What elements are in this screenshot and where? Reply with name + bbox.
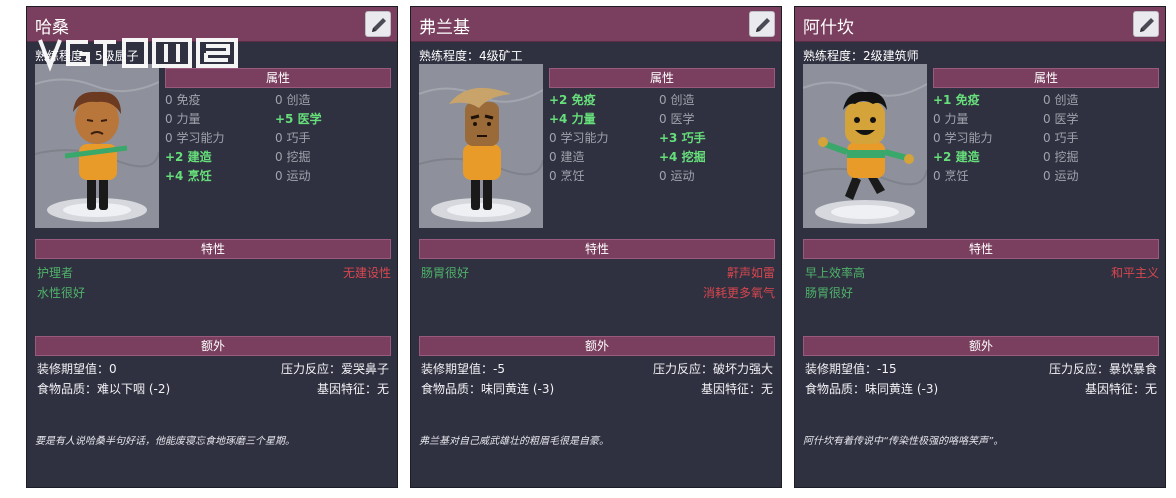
traits-header: 特性	[419, 239, 775, 259]
flavor-text: 阿什坎有着传说中“传染性极强的咯咯笑声”。	[803, 436, 1004, 447]
pencil-icon	[372, 18, 386, 32]
gene-trait: 基因特征：无	[316, 382, 389, 396]
attributes-list: +1 免疫 0 创造 0 力量 0 医学 0 学习能力 0 巧手 +2 建造 0 挖掘 …	[933, 91, 1159, 186]
attributes-header: 属性	[549, 68, 775, 88]
stress-reaction: 压力反应：爱哭鼻子	[280, 362, 389, 376]
duplicant-portrait	[35, 64, 159, 228]
card-titlebar: 阿什坎	[795, 7, 1165, 42]
attribute-strength: 0 力量	[933, 112, 969, 126]
attribute-dexterity: 0 巧手	[275, 131, 311, 145]
traits-header: 特性	[803, 239, 1159, 259]
flavor-text: 要是有人说哈桑半句好话，他能废寝忘食地琢磨三个星期。	[35, 436, 295, 447]
attribute-learning: 0 学习能力	[549, 131, 609, 145]
decor-expectation: 装修期望值：-15	[805, 362, 897, 376]
attributes-header: 属性	[933, 68, 1159, 88]
attribute-construction: 0 建造	[549, 150, 585, 164]
edit-name-button[interactable]	[1133, 11, 1159, 37]
skill-level: 熟练程度：4级矿工	[419, 49, 523, 63]
skill-level: 熟练程度：2级建筑师	[803, 49, 919, 63]
extras-header: 额外	[803, 336, 1159, 356]
vgtime-watermark-logo	[38, 38, 238, 72]
attribute-digging: +4 挖掘	[659, 150, 706, 164]
stress-reaction: 压力反应：暴饮暴食	[1048, 362, 1157, 376]
attribute-creativity: 0 创造	[1043, 93, 1079, 107]
attribute-immunity: +2 免疫	[549, 93, 596, 107]
attribute-cooking: 0 烹饪	[933, 169, 969, 183]
pencil-icon	[1140, 18, 1154, 32]
attribute-medicine: 0 医学	[659, 112, 695, 126]
attribute-strength: +4 力量	[549, 112, 596, 126]
decor-expectation: 装修期望值：0	[37, 362, 117, 376]
duplicant-card-ashkan: 阿什坎 熟练程度：2级建筑师 属性 +1 免疫 0 创造 0 力量 0 医学 0…	[794, 6, 1166, 488]
attribute-medicine: 0 医学	[1043, 112, 1079, 126]
attribute-digging: 0 挖掘	[1043, 150, 1079, 164]
gene-trait: 基因特征：无	[700, 382, 773, 396]
trait-negative: 无建设性	[342, 266, 391, 280]
trait-positive: 早上效率高	[805, 266, 866, 280]
food-expectation: 食物品质：味同黄连 (-3)	[421, 382, 555, 396]
extras-header: 额外	[35, 336, 391, 356]
trait-negative: 和平主义	[1110, 266, 1159, 280]
attribute-construction: +2 建造	[933, 150, 980, 164]
attribute-creativity: 0 创造	[275, 93, 311, 107]
edit-name-button[interactable]	[749, 11, 775, 37]
duplicant-card-hassan: 哈桑 熟练程度：5级厨子 属性 0 免疫 0 创造 0 力量 +5 医学 0 学习能…	[26, 6, 398, 488]
duplicant-portrait	[419, 64, 543, 228]
attributes-list: 0 免疫 0 创造 0 力量 +5 医学 0 学习能力 0 巧手 +2 建造 0 挖掘 …	[165, 91, 391, 186]
attributes-list: +2 免疫 0 创造 +4 力量 0 医学 0 学习能力 +3 巧手 0 建造 +4 挖…	[549, 91, 775, 186]
attribute-construction: +2 建造	[165, 150, 212, 164]
stress-reaction: 压力反应：破坏力强大	[652, 362, 773, 376]
attribute-athletics: 0 运动	[1043, 169, 1079, 183]
trait-positive: 肠胃很好	[805, 286, 854, 300]
gene-trait: 基因特征：无	[1084, 382, 1157, 396]
duplicant-card-frankie: 弗兰基 熟练程度：4级矿工 属性 +2 免疫 0 创造 +4 力量 0 医学 0 学…	[410, 6, 782, 488]
edit-name-button[interactable]	[365, 11, 391, 37]
flavor-text: 弗兰基对自己威武雄壮的粗眉毛很是自豪。	[419, 436, 609, 447]
attribute-dexterity: 0 巧手	[1043, 131, 1079, 145]
attribute-strength: 0 力量	[165, 112, 201, 126]
trait-positive: 护理者	[37, 266, 74, 280]
trait-negative: 消耗更多氧气	[702, 286, 775, 300]
attribute-creativity: 0 创造	[659, 93, 695, 107]
attribute-athletics: 0 运动	[275, 169, 311, 183]
card-titlebar: 弗兰基	[411, 7, 781, 42]
extras-header: 额外	[419, 336, 775, 356]
food-expectation: 食物品质：难以下咽 (-2)	[37, 382, 171, 396]
pencil-icon	[756, 18, 770, 32]
trait-positive: 肠胃很好	[421, 266, 470, 280]
attribute-medicine: +5 医学	[275, 112, 322, 126]
attribute-athletics: 0 运动	[659, 169, 695, 183]
food-expectation: 食物品质：味同黄连 (-3)	[805, 382, 939, 396]
attribute-immunity: +1 免疫	[933, 93, 980, 107]
attribute-cooking: +4 烹饪	[165, 169, 212, 183]
decor-expectation: 装修期望值：-5	[421, 362, 505, 376]
attribute-immunity: 0 免疫	[165, 93, 201, 107]
attribute-dexterity: +3 巧手	[659, 131, 706, 145]
duplicant-portrait	[803, 64, 927, 228]
attribute-learning: 0 学习能力	[165, 131, 225, 145]
traits-header: 特性	[35, 239, 391, 259]
trait-positive: 水性很好	[37, 286, 86, 300]
attribute-digging: 0 挖掘	[275, 150, 311, 164]
trait-negative: 鼾声如雷	[726, 266, 775, 280]
duplicant-name: 阿什坎	[803, 18, 854, 38]
attribute-learning: 0 学习能力	[933, 131, 993, 145]
duplicant-name: 弗兰基	[419, 18, 470, 38]
attribute-cooking: 0 烹饪	[549, 169, 585, 183]
